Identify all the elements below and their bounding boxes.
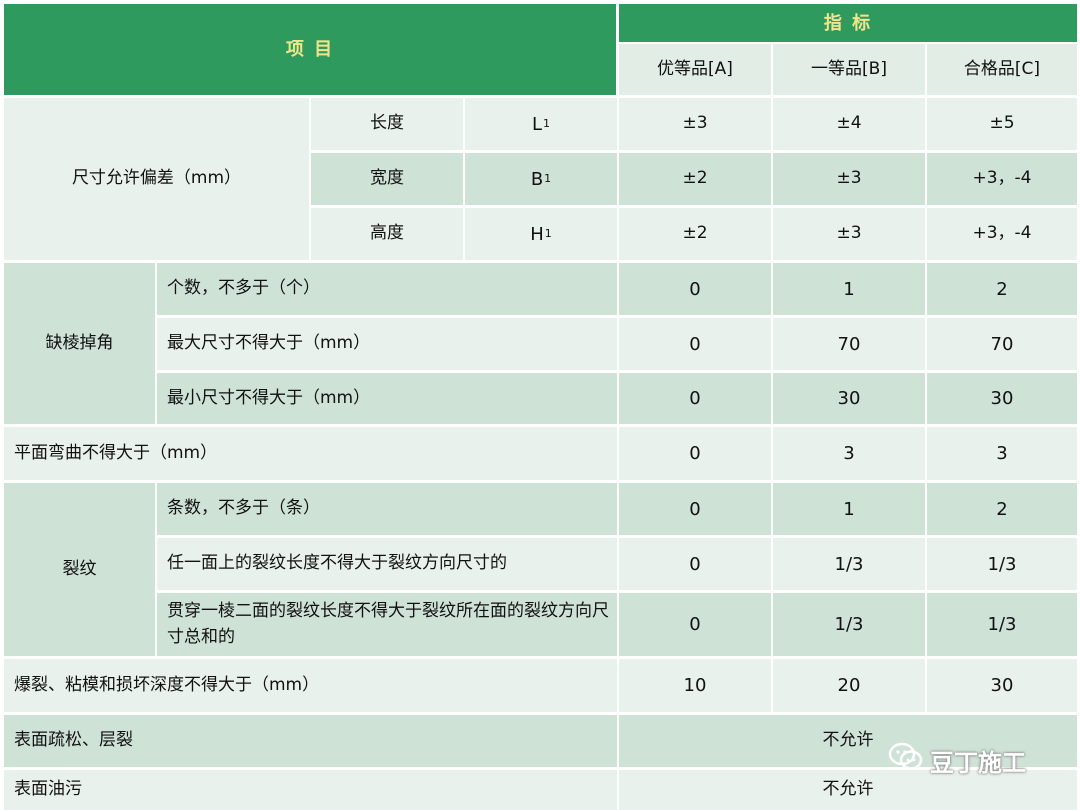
crack-length-a: 0	[619, 538, 771, 590]
crack-through-c: 1/3	[927, 593, 1077, 656]
surface-oil-desc: 表面油污	[4, 770, 617, 810]
length-b: ±4	[773, 98, 925, 150]
grade-c-header: 合格品[C]	[927, 44, 1077, 95]
cracks-label: 裂纹	[4, 483, 155, 656]
width-symbol: B1	[465, 153, 617, 205]
corner-max-c: 70	[927, 318, 1077, 370]
corner-min-c: 30	[927, 373, 1077, 424]
corner-min-b: 30	[773, 373, 925, 424]
corner-max-desc: 最大尺寸不得大于（mm）	[157, 318, 617, 370]
crack-through-a: 0	[619, 593, 771, 656]
height-b: ±3	[773, 208, 925, 260]
surface-loose-desc: 表面疏松、层裂	[4, 715, 617, 767]
corner-min-desc: 最小尺寸不得大于（mm）	[157, 373, 617, 424]
width-b: ±3	[773, 153, 925, 205]
crack-count-a: 0	[619, 483, 771, 535]
height-a: ±2	[619, 208, 771, 260]
length-label: 长度	[311, 98, 463, 150]
crack-count-b: 1	[773, 483, 925, 535]
crack-length-desc: 任一面上的裂纹长度不得大于裂纹方向尺寸的	[157, 538, 617, 590]
burst-desc: 爆裂、粘模和损坏深度不得大于（mm）	[4, 659, 617, 712]
burst-c: 30	[927, 659, 1077, 712]
length-a: ±3	[619, 98, 771, 150]
corner-min-a: 0	[619, 373, 771, 424]
flatness-c: 3	[927, 427, 1077, 480]
watermark: 豆丁施工	[888, 740, 1058, 780]
grade-a-header: 优等品[A]	[619, 44, 771, 95]
header-index: 指 标	[619, 4, 1077, 42]
width-a: ±2	[619, 153, 771, 205]
crack-count-c: 2	[927, 483, 1077, 535]
crack-through-b: 1/3	[773, 593, 925, 656]
corner-max-a: 0	[619, 318, 771, 370]
length-symbol: L1	[465, 98, 617, 150]
corner-count-b: 1	[773, 263, 925, 315]
crack-count-desc: 条数，不多于（条）	[157, 483, 617, 535]
height-label: 高度	[311, 208, 463, 260]
size-tolerance-label: 尺寸允许偏差（mm）	[4, 98, 309, 260]
flatness-desc: 平面弯曲不得大于（mm）	[4, 427, 617, 480]
flatness-b: 3	[773, 427, 925, 480]
burst-a: 10	[619, 659, 771, 712]
corner-max-b: 70	[773, 318, 925, 370]
watermark-text: 豆丁施工	[930, 748, 1026, 777]
flatness-a: 0	[619, 427, 771, 480]
corner-count-a: 0	[619, 263, 771, 315]
corner-defect-label: 缺棱掉角	[4, 263, 155, 424]
burst-b: 20	[773, 659, 925, 712]
grade-b-header: 一等品[B]	[773, 44, 925, 95]
wechat-icon	[888, 742, 924, 778]
corner-count-c: 2	[927, 263, 1077, 315]
crack-length-c: 1/3	[927, 538, 1077, 590]
header-item: 项 目	[4, 4, 616, 95]
width-c: +3，-4	[927, 153, 1077, 205]
height-symbol: H1	[465, 208, 617, 260]
width-label: 宽度	[311, 153, 463, 205]
crack-through-desc: 贯穿一棱二面的裂纹长度不得大于裂纹所在面的裂纹方向尺寸总和的	[157, 593, 617, 656]
crack-length-b: 1/3	[773, 538, 925, 590]
length-c: ±5	[927, 98, 1077, 150]
height-c: +3，-4	[927, 208, 1077, 260]
corner-count-desc: 个数，不多于（个）	[157, 263, 617, 315]
